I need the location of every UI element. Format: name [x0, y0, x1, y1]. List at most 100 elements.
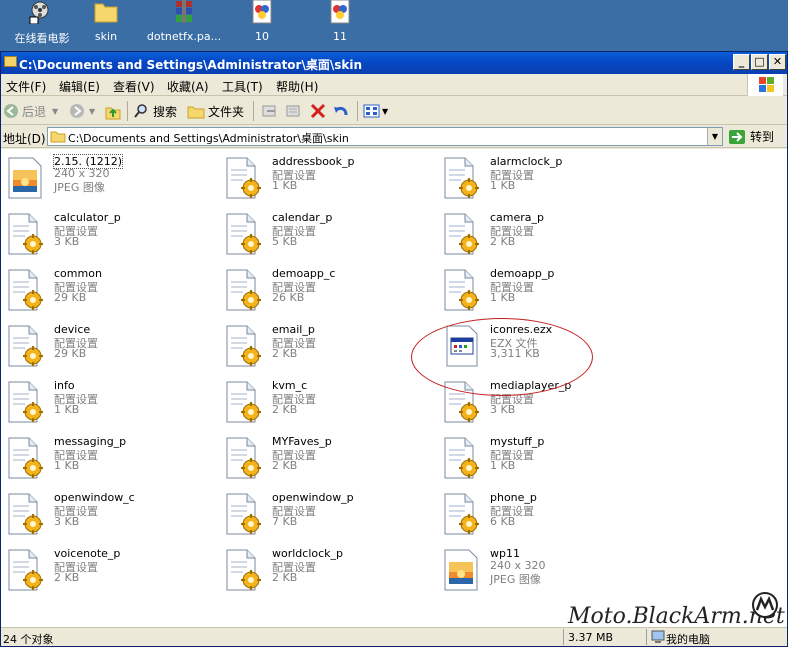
menu-view[interactable]: 查看(V) — [113, 78, 155, 95]
address-value: C:\Documents and Settings\Administrator\… — [68, 132, 349, 145]
toolbar: 后退 ▼ ▼ 搜索 文件夹 ▼ — [1, 97, 787, 125]
file-item[interactable]: info 配置设置 1 KB — [1, 377, 211, 431]
up-folder-icon — [105, 107, 121, 120]
file-item[interactable]: calendar_p 配置设置 5 KB — [219, 209, 429, 263]
address-bar: 地址(D) C:\Documents and Settings\Administ… — [1, 126, 787, 148]
file-size: JPEG 图像 — [490, 573, 541, 586]
file-size: 1 KB — [490, 459, 516, 472]
desktop-icon-10[interactable]: 10 — [224, 0, 300, 43]
search-button[interactable]: 搜索 — [133, 102, 177, 120]
config-file-icon — [223, 548, 263, 592]
file-size: 2 KB — [272, 403, 298, 416]
file-size: 3 KB — [490, 403, 516, 416]
file-item[interactable]: phone_p 配置设置 6 KB — [437, 489, 647, 543]
folder-icon — [4, 56, 17, 67]
config-file-icon — [223, 212, 263, 256]
copy-to-icon — [286, 105, 300, 117]
file-item[interactable]: alarmclock_p 配置设置 1 KB — [437, 153, 647, 207]
forward-button[interactable]: ▼ — [69, 102, 95, 120]
file-item[interactable]: addressbook_p 配置设置 1 KB — [219, 153, 429, 207]
folder-icon — [50, 131, 66, 143]
minimize-button[interactable]: _ — [733, 54, 750, 70]
status-size: 3.37 MB — [568, 631, 614, 644]
file-size: JPEG 图像 — [54, 181, 105, 194]
address-input[interactable]: C:\Documents and Settings\Administrator\… — [47, 127, 723, 146]
file-item[interactable]: MYFaves_p 配置设置 2 KB — [219, 433, 429, 487]
file-size: 1 KB — [272, 179, 298, 192]
file-size: 3 KB — [54, 235, 80, 248]
file-item[interactable]: demoapp_p 配置设置 1 KB — [437, 265, 647, 319]
file-item[interactable]: kvm_c 配置设置 2 KB — [219, 377, 429, 431]
file-list: 2.15. (1212) 240 x 320 JPEG 图像 addressbook_… — [1, 149, 787, 627]
file-item[interactable]: calculator_p 配置设置 3 KB — [1, 209, 211, 263]
config-file-icon — [223, 324, 263, 368]
desktop-icon-label: 10 — [255, 30, 269, 43]
menu-file[interactable]: 文件(F) — [6, 78, 46, 95]
file-size: 2 KB — [272, 347, 298, 360]
views-button[interactable]: ▼ — [363, 102, 388, 120]
file-item[interactable]: wp11 240 x 320 JPEG 图像 — [437, 545, 647, 599]
status-bar: 24 个对象 3.37 MB 我的电脑 — [1, 627, 787, 646]
toolbar-separator — [253, 101, 254, 121]
explorer-window: C:\Documents and Settings\Administrator\… — [0, 51, 788, 647]
title-bar[interactable]: C:\Documents and Settings\Administrator\… — [1, 52, 787, 74]
move-to-icon — [262, 105, 276, 117]
file-item[interactable]: openwindow_p 配置设置 7 KB — [219, 489, 429, 543]
file-item[interactable]: common 配置设置 29 KB — [1, 265, 211, 319]
back-button[interactable]: 后退 ▼ — [3, 102, 58, 120]
file-size: 2 KB — [272, 571, 298, 584]
search-icon — [134, 104, 147, 118]
desktop-icon-dotnetfx[interactable]: dotnetfx.pa... — [146, 0, 222, 43]
file-item[interactable]: demoapp_c 配置设置 26 KB — [219, 265, 429, 319]
menu-tools[interactable]: 工具(T) — [222, 78, 263, 95]
delete-button[interactable] — [309, 102, 327, 120]
menu-help[interactable]: 帮助(H) — [276, 78, 318, 95]
desktop-icon-11[interactable]: 11 — [302, 0, 378, 43]
menu-favorites[interactable]: 收藏(A) — [167, 78, 209, 95]
go-arrow-icon — [729, 129, 745, 144]
config-file-icon — [441, 380, 481, 424]
up-folder-button[interactable] — [104, 102, 122, 120]
file-item[interactable]: device 配置设置 29 KB — [1, 321, 211, 375]
search-label: 搜索 — [153, 104, 178, 119]
address-label: 地址(D) — [3, 132, 46, 146]
rar-archive-icon — [176, 0, 192, 23]
file-size: 26 KB — [272, 291, 305, 304]
file-size: 3 KB — [54, 515, 80, 528]
file-item[interactable]: iconres.ezx EZX 文件 3,311 KB — [437, 321, 647, 375]
file-item[interactable]: mystuff_p 配置设置 1 KB — [437, 433, 647, 487]
file-size: 1 KB — [54, 459, 80, 472]
file-item[interactable]: camera_p 配置设置 2 KB — [437, 209, 647, 263]
film-reel-icon — [29, 1, 49, 25]
file-item[interactable]: voicenote_p 配置设置 2 KB — [1, 545, 211, 599]
back-arrow-icon — [4, 104, 18, 118]
jpeg-image-icon — [441, 548, 481, 592]
maximize-button[interactable]: □ — [751, 54, 768, 70]
config-file-icon — [223, 268, 263, 312]
file-size: 29 KB — [54, 347, 87, 360]
menu-edit[interactable]: 编辑(E) — [59, 78, 100, 95]
file-item[interactable]: messaging_p 配置设置 1 KB — [1, 433, 211, 487]
views-grid-icon — [363, 104, 380, 118]
config-file-icon — [5, 268, 45, 312]
chevron-down-icon: ▼ — [89, 106, 96, 116]
toolbar-separator — [127, 101, 128, 121]
close-button[interactable]: ✕ — [769, 54, 786, 70]
status-object-count: 24 个对象 — [3, 633, 54, 646]
folders-button[interactable]: 文件夹 — [187, 102, 244, 120]
file-size: 7 KB — [272, 515, 298, 528]
motorola-logo-icon — [752, 592, 778, 618]
address-dropdown-button[interactable]: ▼ — [707, 128, 722, 145]
move-to-button[interactable] — [261, 102, 279, 120]
go-button[interactable]: 转到 — [728, 127, 774, 146]
undo-button[interactable] — [332, 102, 350, 120]
file-item[interactable]: 2.15. (1212) 240 x 320 JPEG 图像 — [1, 153, 211, 207]
menu-bar: 文件(F) 编辑(E) 查看(V) 收藏(A) 工具(T) 帮助(H) — [1, 74, 787, 96]
file-item[interactable]: mediaplayer_p 配置设置 3 KB — [437, 377, 647, 431]
file-item[interactable]: email_p 配置设置 2 KB — [219, 321, 429, 375]
file-item[interactable]: worldclock_p 配置设置 2 KB — [219, 545, 429, 599]
jpeg-image-icon — [5, 156, 45, 200]
desktop-icon-skin[interactable]: skin — [68, 0, 144, 43]
copy-to-button[interactable] — [285, 102, 303, 120]
file-item[interactable]: openwindow_c 配置设置 3 KB — [1, 489, 211, 543]
